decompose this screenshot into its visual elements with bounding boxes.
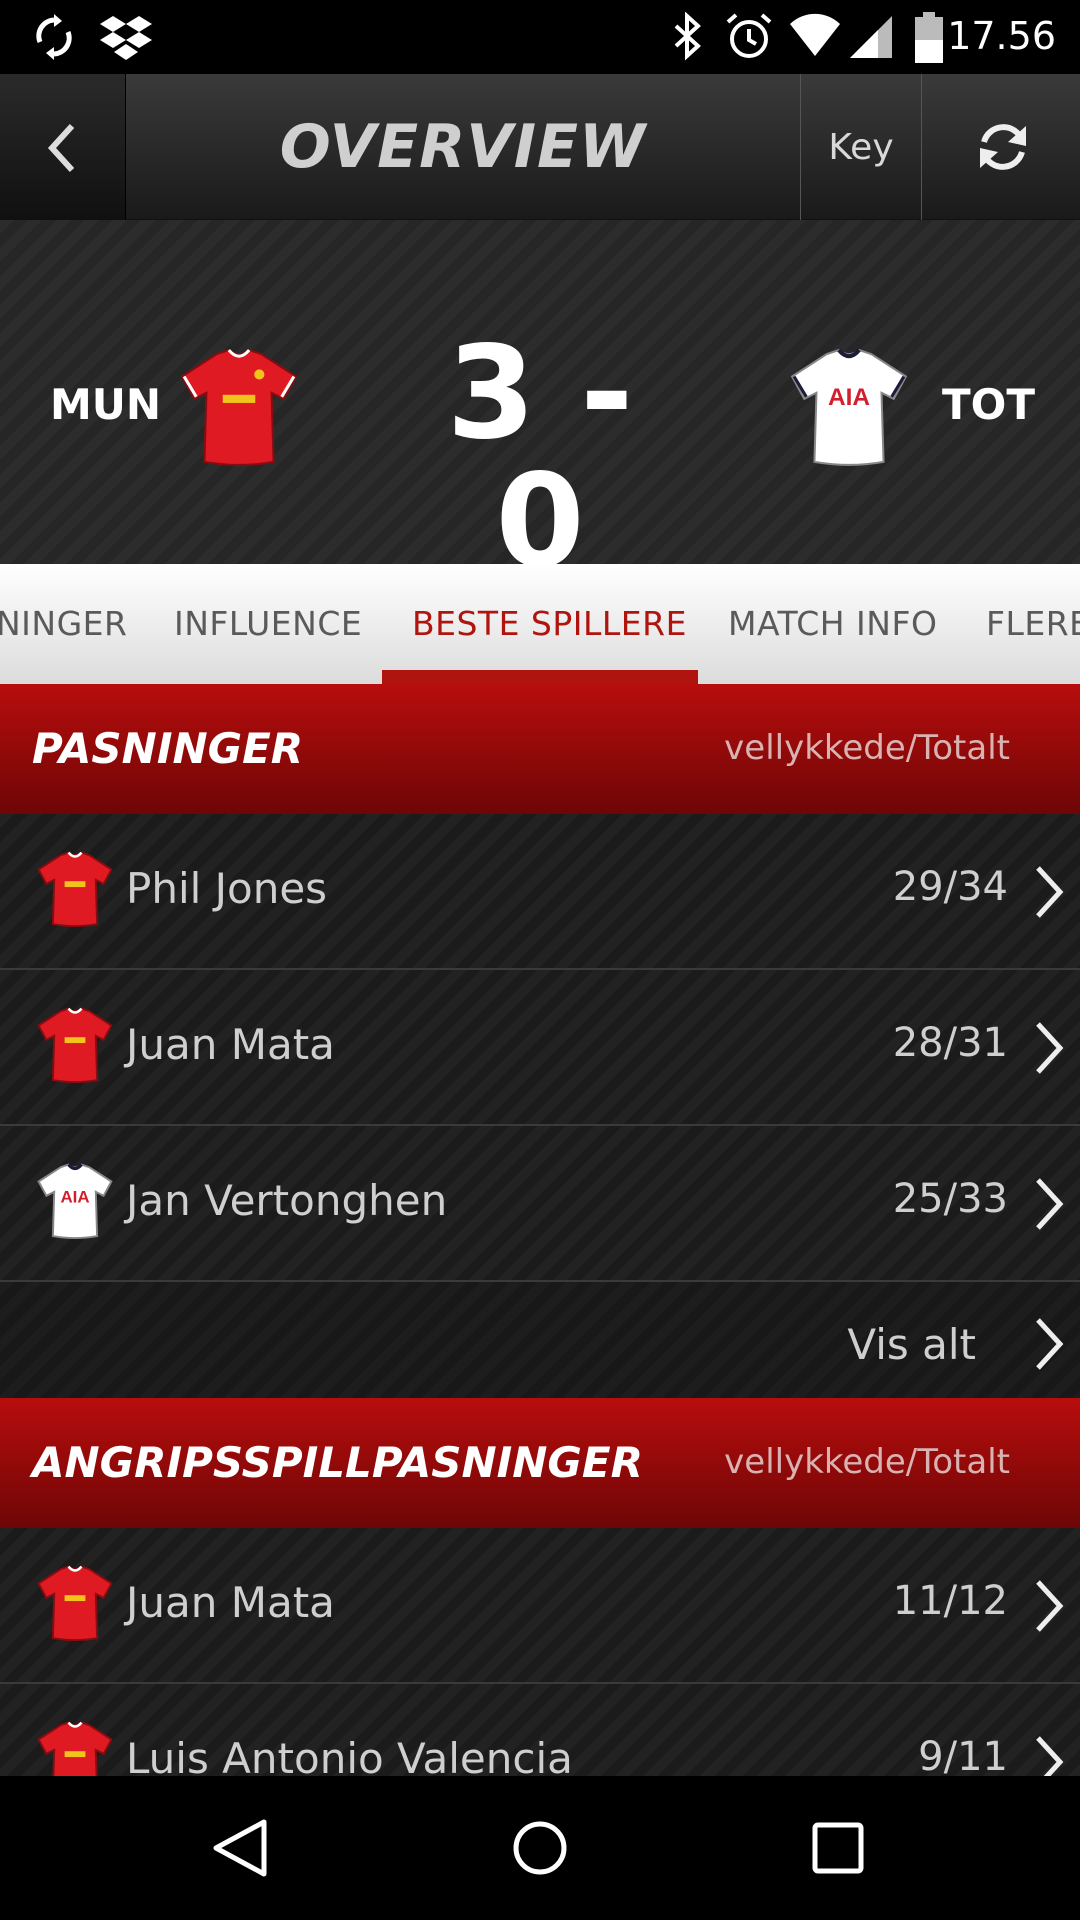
alarm-icon xyxy=(726,13,772,58)
key-button[interactable]: Key xyxy=(800,74,922,220)
tab-influence[interactable]: INFLUENCE xyxy=(174,604,362,643)
show-all-label: Vis alt xyxy=(847,1320,976,1369)
nav-recents-icon[interactable] xyxy=(810,1820,866,1876)
player-name: Jan Vertonghen xyxy=(126,1176,448,1225)
dropbox-icon xyxy=(100,16,152,60)
player-row[interactable]: Juan Mata 28/31 xyxy=(0,970,1080,1126)
tab-flere[interactable]: FLERE xyxy=(986,604,1080,643)
away-team-code: TOT xyxy=(942,380,1036,429)
signal-icon xyxy=(850,16,892,58)
player-stat: 9/11 xyxy=(918,1734,1008,1780)
home-jersey-icon xyxy=(180,348,298,466)
chevron-right-icon xyxy=(1036,1580,1064,1632)
chevron-left-icon xyxy=(47,123,75,173)
man-utd-jersey-icon xyxy=(37,1007,113,1084)
away-jersey-icon: AIA xyxy=(790,348,908,466)
player-stat: 25/33 xyxy=(892,1176,1008,1222)
match-score-header: MUN 3 - 0 AIA TOT xyxy=(0,220,1080,586)
tab-beste-spillere[interactable]: BESTE SPILLERE xyxy=(412,604,687,643)
app-bar: OVERVIEW Key xyxy=(0,74,1080,220)
sync-icon xyxy=(36,14,72,60)
nav-home-icon[interactable] xyxy=(510,1818,570,1878)
tab-match-info[interactable]: MATCH INFO xyxy=(728,604,937,643)
man-utd-jersey-icon xyxy=(37,851,113,928)
chevron-right-icon xyxy=(1036,1178,1064,1230)
status-time: 17.56 xyxy=(947,14,1056,58)
player-stat: 28/31 xyxy=(892,1020,1008,1066)
away-sponsor-text: AIA xyxy=(828,384,870,411)
player-name: Phil Jones xyxy=(126,864,328,913)
chevron-right-icon xyxy=(1036,1022,1064,1074)
player-stat: 29/34 xyxy=(892,864,1008,910)
player-row[interactable]: AIA Jan Vertonghen 25/33 xyxy=(0,1126,1080,1282)
bluetooth-icon xyxy=(674,12,701,61)
player-row[interactable]: Phil Jones 29/34 xyxy=(0,814,1080,970)
battery-icon xyxy=(915,12,943,63)
section-header-angrips: ANGRIPSSPILLPASNINGER vellykkede/Totalt xyxy=(0,1398,1080,1528)
nav-back-icon[interactable] xyxy=(210,1818,270,1878)
tab-pasninger[interactable]: NINGER xyxy=(0,604,127,643)
chevron-right-icon xyxy=(1036,1318,1064,1370)
player-stat: 11/12 xyxy=(892,1578,1008,1624)
section-title: PASNINGER xyxy=(32,724,304,773)
player-name: Juan Mata xyxy=(126,1020,335,1069)
section-subtitle: vellykkede/Totalt xyxy=(724,728,1010,768)
section-subtitle: vellykkede/Totalt xyxy=(724,1442,1010,1482)
system-nav-bar xyxy=(0,1776,1080,1920)
active-tab-indicator xyxy=(382,670,698,684)
player-name: Juan Mata xyxy=(126,1578,335,1627)
home-team-code: MUN xyxy=(50,380,162,429)
away-sponsor-text: AIA xyxy=(60,1187,89,1206)
status-bar: 17.56 xyxy=(0,0,1080,74)
player-row[interactable]: Juan Mata 11/12 xyxy=(0,1528,1080,1684)
refresh-button[interactable] xyxy=(922,74,1080,220)
refresh-icon xyxy=(980,124,1026,170)
show-all-row[interactable]: Vis alt xyxy=(0,1282,1080,1406)
section-header-pasninger: PASNINGER vellykkede/Totalt xyxy=(0,684,1080,814)
section-title: ANGRIPSSPILLPASNINGER xyxy=(32,1438,643,1487)
tottenham-jersey-icon: AIA xyxy=(37,1163,113,1240)
match-score: 3 - 0 xyxy=(446,319,634,596)
page-title: OVERVIEW xyxy=(279,112,647,182)
chevron-right-icon xyxy=(1036,866,1064,918)
tab-bar: NINGER INFLUENCE BESTE SPILLERE MATCH IN… xyxy=(0,564,1080,684)
wifi-icon xyxy=(790,13,840,56)
back-button[interactable] xyxy=(0,74,126,220)
man-utd-jersey-icon xyxy=(37,1565,113,1642)
